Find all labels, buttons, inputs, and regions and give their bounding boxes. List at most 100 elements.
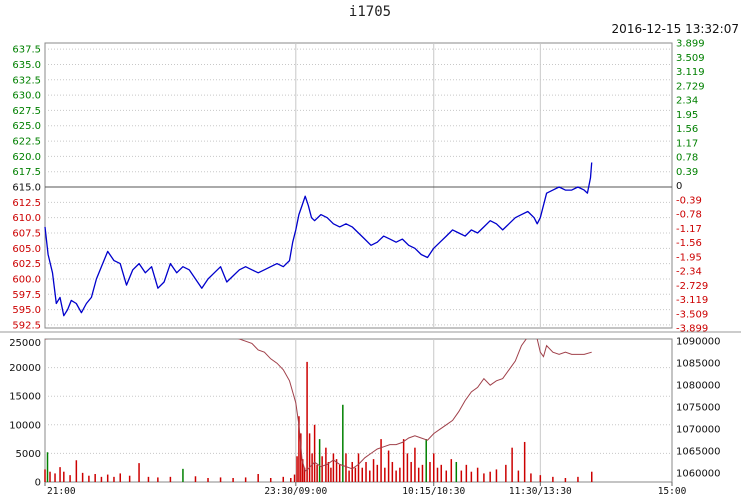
price-tick-label: 592.5 <box>12 320 41 331</box>
volume-bar <box>590 471 593 482</box>
volume-bar <box>306 361 308 482</box>
volume-bar <box>429 461 431 482</box>
volume-bar <box>348 470 350 482</box>
volume-bar <box>332 453 335 482</box>
price-tick-label: 602.5 <box>12 259 41 270</box>
percent-tick-label: 3.509 <box>676 53 705 64</box>
price-tick-label: 627.5 <box>12 106 41 117</box>
volume-bar <box>399 467 401 482</box>
chart-timestamp: 2016-12-15 13:32:07 <box>612 22 739 36</box>
volume-bar <box>530 473 532 482</box>
percent-tick-label: 1.95 <box>676 110 698 121</box>
volume-bar <box>376 464 379 482</box>
volume-bar <box>54 473 56 482</box>
volume-bar <box>311 453 313 482</box>
volume-bar <box>232 477 234 482</box>
x-tick-label: 15:00 <box>658 486 687 497</box>
volume-bar <box>511 447 513 482</box>
volume-bar <box>128 475 131 482</box>
price-tick-label: 600.0 <box>12 274 41 285</box>
volume-bar <box>330 467 332 482</box>
volume-bar <box>318 439 321 482</box>
volume-bar <box>365 461 367 482</box>
volume-bar <box>290 477 292 482</box>
price-tick-label: 597.5 <box>12 290 41 301</box>
volume-bar <box>539 475 542 482</box>
volume-bar <box>432 453 435 482</box>
volume-bar <box>351 461 353 482</box>
price-tick-label: 595.0 <box>12 305 41 316</box>
volume-bar <box>147 476 150 482</box>
volume-bar <box>106 474 109 482</box>
price-tick-label: 622.5 <box>12 137 41 148</box>
volume-bar <box>361 467 364 482</box>
volume-bar <box>293 474 296 482</box>
volume-bar <box>450 459 453 482</box>
volume-tick-label: 5000 <box>16 449 41 460</box>
price-tick-label: 612.5 <box>12 198 41 209</box>
volume-bar <box>207 477 209 482</box>
volume-bar <box>517 470 520 482</box>
volume-bar <box>257 473 259 482</box>
intraday-chart: i1705 2016-12-15 13:32:07 637.5 635.0 632.… <box>0 4 741 497</box>
volume-bar <box>460 470 463 482</box>
percent-tick-label: 3.899 <box>676 39 705 50</box>
price-tick-label: 635.0 <box>12 60 41 71</box>
x-tick-label: 23:30/09:00 <box>264 486 327 497</box>
volume-bar <box>219 477 222 482</box>
volume-bar <box>345 453 347 482</box>
volume-bar <box>440 464 443 482</box>
volume-bar <box>505 464 507 482</box>
price-tick-label: 620.0 <box>12 152 41 163</box>
volume-bar <box>100 476 103 482</box>
price-panel-frame <box>44 42 673 329</box>
percent-tick-label: -1.95 <box>676 252 702 263</box>
volume-bar <box>88 475 90 482</box>
volume-bar <box>321 456 323 482</box>
price-tick-label: 615.0 <box>12 183 41 194</box>
percent-tick-label: 1.56 <box>676 124 698 135</box>
x-tick-label: 21:00 <box>47 486 76 497</box>
volume-tick-label: 15000 <box>9 392 41 403</box>
volume-bar <box>194 476 197 482</box>
price-tick-label: 630.0 <box>12 91 41 102</box>
volume-bar <box>414 447 416 482</box>
volume-bar <box>69 475 71 482</box>
volume-tick-label: 0 <box>35 478 41 489</box>
volume-bar <box>46 452 49 482</box>
volume-bar <box>425 439 427 482</box>
volume-bar <box>338 464 341 482</box>
volume-bar <box>395 470 397 482</box>
volume-bar <box>417 467 420 482</box>
volume-bar <box>523 441 526 482</box>
percent-tick-label: -3.119 <box>676 295 708 306</box>
volume-bar <box>63 471 65 482</box>
chart-title: i1705 <box>349 4 391 20</box>
volume-bar <box>44 469 46 482</box>
volume-bar <box>470 471 473 482</box>
volume-bar <box>387 450 390 482</box>
volume-bar <box>402 439 405 482</box>
open-interest-tick-label: 1060000 <box>676 469 721 480</box>
volume-tick-label: 25000 <box>9 338 41 349</box>
volume-bar <box>564 477 567 482</box>
volume-bar <box>380 439 382 482</box>
volume-bar <box>436 467 439 482</box>
percent-tick-label: -0.78 <box>676 210 702 221</box>
volume-bar <box>49 471 51 482</box>
volume-bar <box>357 453 360 482</box>
volume-bar <box>483 473 485 482</box>
open-interest-tick-label: 1065000 <box>676 447 721 458</box>
volume-bar <box>296 456 298 482</box>
open-interest-tick-label: 1070000 <box>676 425 721 436</box>
percent-tick-label: 0 <box>676 181 682 192</box>
panel-backgrounds <box>0 42 741 483</box>
volume-bar <box>342 404 344 482</box>
price-tick-label: 610.0 <box>12 213 41 224</box>
volume-bar <box>410 461 412 482</box>
volume-bar <box>406 453 409 482</box>
volume-bar <box>81 472 84 482</box>
volume-bar <box>552 476 554 482</box>
volume-bar <box>372 459 375 482</box>
volume-bar <box>445 470 448 482</box>
